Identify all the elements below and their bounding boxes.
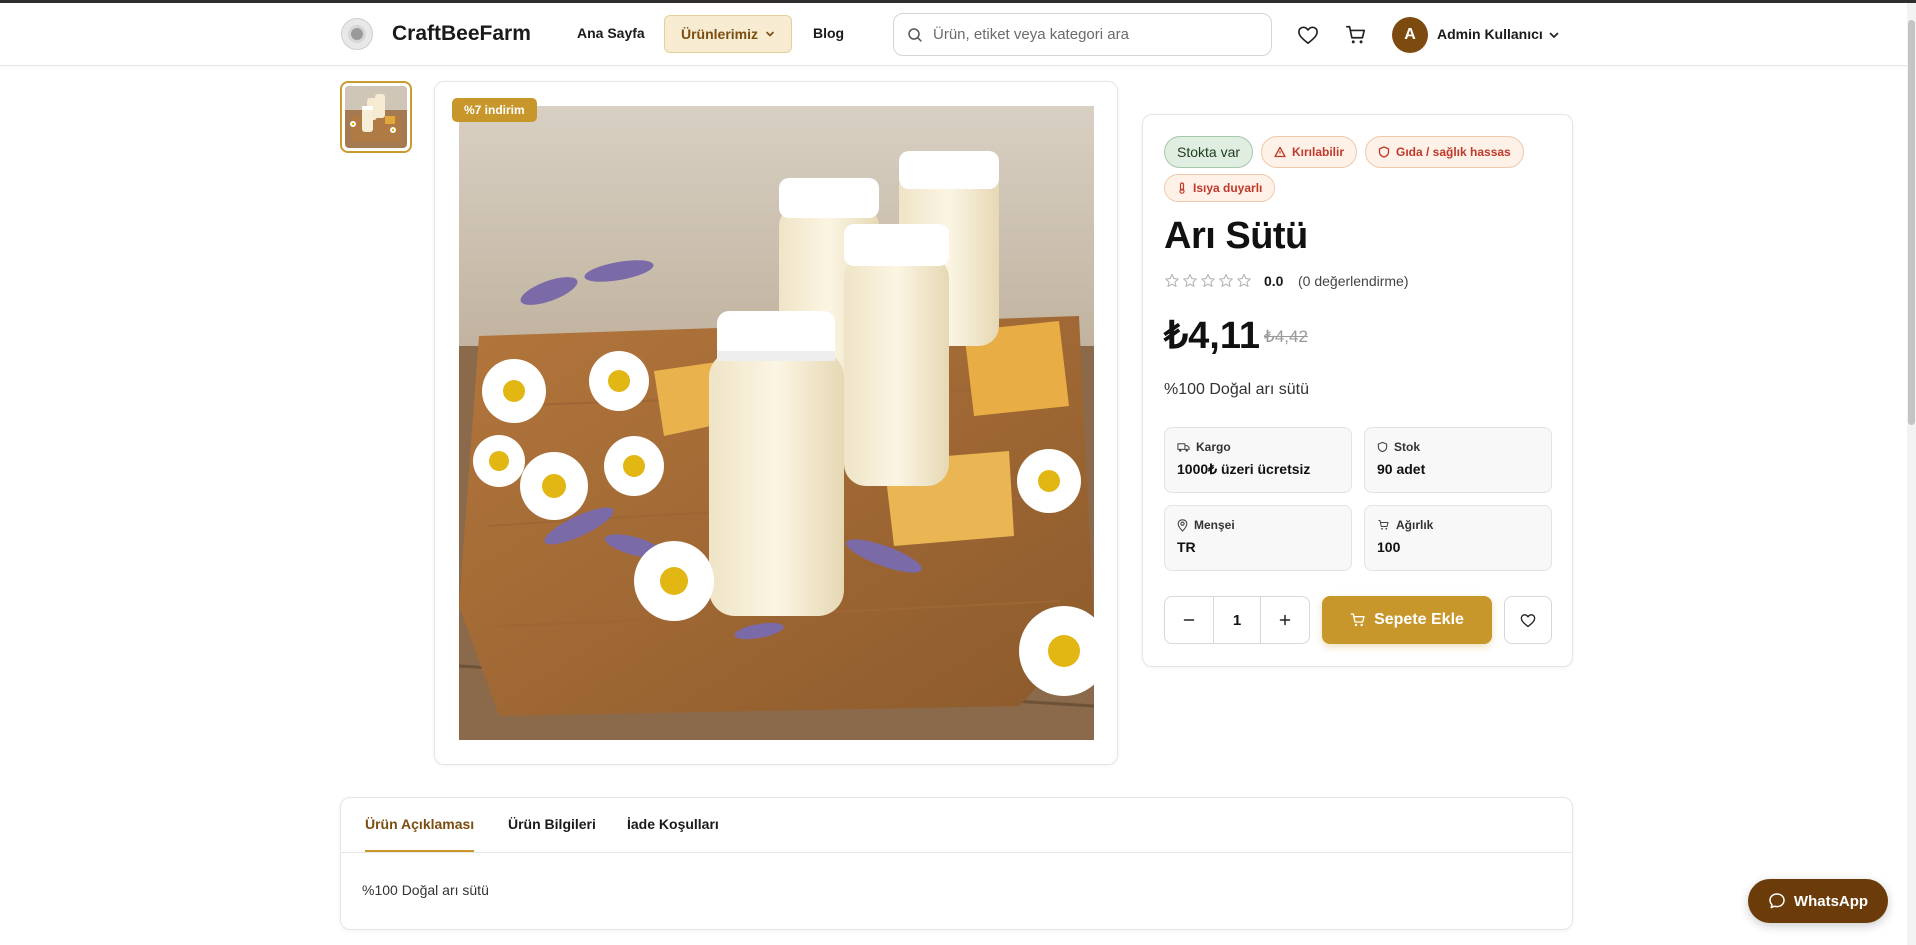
quantity-increase-button[interactable]	[1261, 597, 1309, 643]
spec-cargo: Kargo 1000₺ üzeri ücretsiz	[1164, 427, 1352, 493]
minus-icon	[1183, 619, 1195, 621]
tabs-divider	[341, 852, 1572, 853]
whatsapp-button[interactable]: WhatsApp	[1748, 879, 1888, 923]
spec-origin-value: TR	[1177, 539, 1196, 555]
brand-logo-icon	[341, 18, 373, 50]
cart-icon[interactable]	[1345, 24, 1367, 46]
heat-sensitive-badge: Isıya duyarlı	[1164, 174, 1276, 202]
user-name[interactable]: Admin Kullanıcı	[1437, 26, 1543, 42]
search-icon	[908, 27, 922, 42]
spec-origin-label: Menşei	[1194, 518, 1235, 532]
nav-products-label: Ürünlerimiz	[681, 26, 759, 42]
truck-icon	[1177, 442, 1190, 452]
discount-badge: %7 indirim	[452, 98, 537, 122]
spec-weight-label: Ağırlık	[1396, 518, 1434, 532]
spec-origin: Menşei TR	[1164, 505, 1352, 571]
spec-cargo-label: Kargo	[1196, 440, 1231, 454]
rating-count[interactable]: (0 değerlendirme)	[1298, 273, 1409, 289]
spec-stock-value: 90 adet	[1377, 461, 1426, 477]
price: ₺4,11	[1164, 315, 1261, 357]
chevron-down-icon	[766, 31, 774, 37]
shield-icon	[1378, 146, 1390, 158]
spec-weight: Ağırlık 100	[1364, 505, 1552, 571]
fragile-badge: Kırılabilir	[1261, 136, 1358, 168]
short-description: %100 Doğal arı sütü	[1164, 381, 1309, 398]
header: CraftBeeFarm Ana Sayfa Ürünlerimiz Blog …	[0, 3, 1916, 66]
quantity-stepper: 1	[1164, 596, 1310, 644]
add-to-wishlist-button[interactable]	[1504, 596, 1552, 644]
rating-stars	[1164, 273, 1252, 289]
product-main-image[interactable]	[459, 106, 1094, 740]
tab-product-info[interactable]: Ürün Bilgileri	[508, 816, 596, 850]
star-empty-icon	[1219, 273, 1233, 287]
thumbnail-image	[345, 86, 407, 148]
product-tabs: Ürün Açıklaması Ürün Bilgileri İade Koşu…	[340, 797, 1573, 930]
wishlist-heart-icon[interactable]	[1297, 24, 1319, 46]
search-box[interactable]	[893, 13, 1272, 56]
cart-icon	[1350, 613, 1365, 627]
nav-products-dropdown[interactable]: Ürünlerimiz	[664, 15, 793, 53]
star-empty-icon	[1165, 273, 1179, 287]
fragile-label: Kırılabilir	[1292, 145, 1345, 159]
product-info-card: Stokta var Kırılabilir Gıda / sağlık has…	[1142, 114, 1573, 667]
spec-stock-label: Stok	[1394, 440, 1421, 454]
tab-return-policy[interactable]: İade Koşulları	[627, 816, 719, 850]
whatsapp-label: WhatsApp	[1793, 892, 1869, 910]
cart-icon	[1378, 520, 1389, 530]
old-price: ₺4,42	[1264, 327, 1308, 346]
stock-status-badge: Stokta var	[1164, 136, 1254, 168]
rating-value: 0.0	[1264, 273, 1284, 289]
heat-sensitive-label: Isıya duyarlı	[1193, 181, 1263, 195]
star-empty-icon	[1201, 273, 1215, 287]
stock-status-label: Stokta var	[1177, 144, 1241, 160]
chat-bubble-icon	[1769, 893, 1785, 909]
avatar[interactable]: A	[1392, 17, 1428, 53]
quantity-decrease-button[interactable]	[1165, 597, 1213, 643]
food-sensitive-badge: Gıda / sağlık hassas	[1365, 136, 1524, 168]
add-to-cart-label: Sepete Ekle	[1374, 611, 1464, 628]
nav-home[interactable]: Ana Sayfa	[577, 25, 645, 41]
add-to-cart-button[interactable]: Sepete Ekle	[1322, 596, 1492, 644]
food-sensitive-label: Gıda / sağlık hassas	[1396, 145, 1511, 159]
product-image-card: %7 indirim	[434, 81, 1118, 765]
shield-icon	[1377, 441, 1388, 453]
nav-blog[interactable]: Blog	[813, 25, 844, 41]
heart-icon	[1520, 613, 1536, 627]
brand-name: CraftBeeFarm	[392, 22, 531, 45]
quantity-value[interactable]: 1	[1213, 597, 1261, 643]
brand[interactable]: CraftBeeFarm	[341, 18, 531, 50]
plus-icon	[1279, 614, 1291, 626]
star-empty-icon	[1237, 273, 1251, 287]
product-title: Arı Sütü	[1164, 215, 1308, 257]
spec-weight-value: 100	[1377, 539, 1401, 555]
scrollbar-thumb[interactable]	[1908, 20, 1915, 425]
warning-triangle-icon	[1274, 146, 1286, 158]
tab-content: %100 Doğal arı sütü	[362, 882, 489, 898]
chevron-down-icon[interactable]	[1548, 29, 1560, 41]
tab-description[interactable]: Ürün Açıklaması	[365, 816, 475, 852]
star-empty-icon	[1183, 273, 1197, 287]
spec-stock: Stok 90 adet	[1364, 427, 1552, 493]
search-input[interactable]	[933, 26, 1253, 43]
spec-cargo-value: 1000₺ üzeri ücretsiz	[1177, 461, 1311, 477]
location-pin-icon	[1177, 518, 1188, 532]
gallery-thumbnail[interactable]	[340, 81, 412, 153]
thermometer-icon	[1179, 182, 1185, 194]
